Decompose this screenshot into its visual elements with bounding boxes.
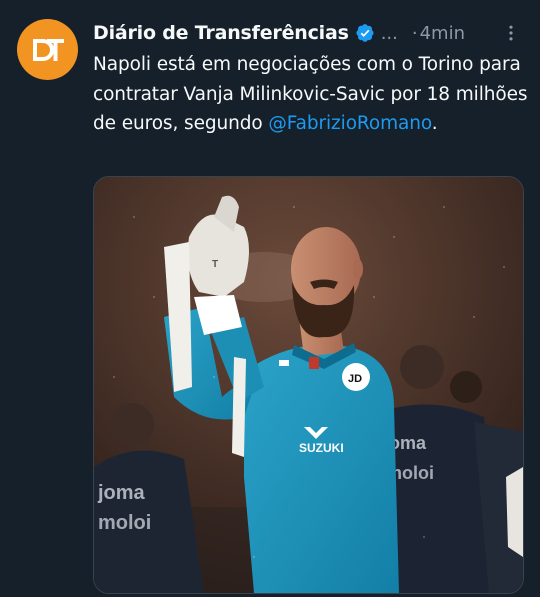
author-handle[interactable]: ... bbox=[381, 23, 398, 44]
mention-link[interactable]: @FabrizioRomano bbox=[268, 113, 431, 134]
tweet[interactable]: Diário de Transferências ... · 4min Napo… bbox=[0, 0, 540, 597]
jersey-sponsor-text: SUZUKI bbox=[299, 441, 344, 455]
verified-badge-icon[interactable] bbox=[355, 23, 375, 43]
jersey-badge-text: JD bbox=[348, 373, 362, 385]
tweet-text: Napoli está em negociações com o Torino … bbox=[93, 50, 533, 139]
tweet-header: Diário de Transferências ... · 4min bbox=[93, 17, 523, 49]
photo-goalkeeper-applauding: joma moloi joma moloi SUZUKI JD T bbox=[94, 177, 523, 593]
tweet-photo[interactable]: joma moloi joma moloi SUZUKI JD T bbox=[93, 176, 524, 594]
avatar-logo-icon bbox=[32, 38, 64, 61]
tweet-time[interactable]: 4min bbox=[420, 23, 465, 44]
time-separator: · bbox=[411, 22, 418, 44]
more-dots-icon[interactable] bbox=[499, 21, 523, 45]
author-name[interactable]: Diário de Transferências bbox=[93, 22, 349, 44]
svg-text:T: T bbox=[212, 259, 218, 270]
author-avatar[interactable] bbox=[17, 19, 78, 80]
tweet-text-end: . bbox=[431, 113, 438, 134]
bg-jacket-text2-left: moloi bbox=[98, 512, 151, 534]
bg-jacket-text-left: joma bbox=[97, 482, 146, 504]
